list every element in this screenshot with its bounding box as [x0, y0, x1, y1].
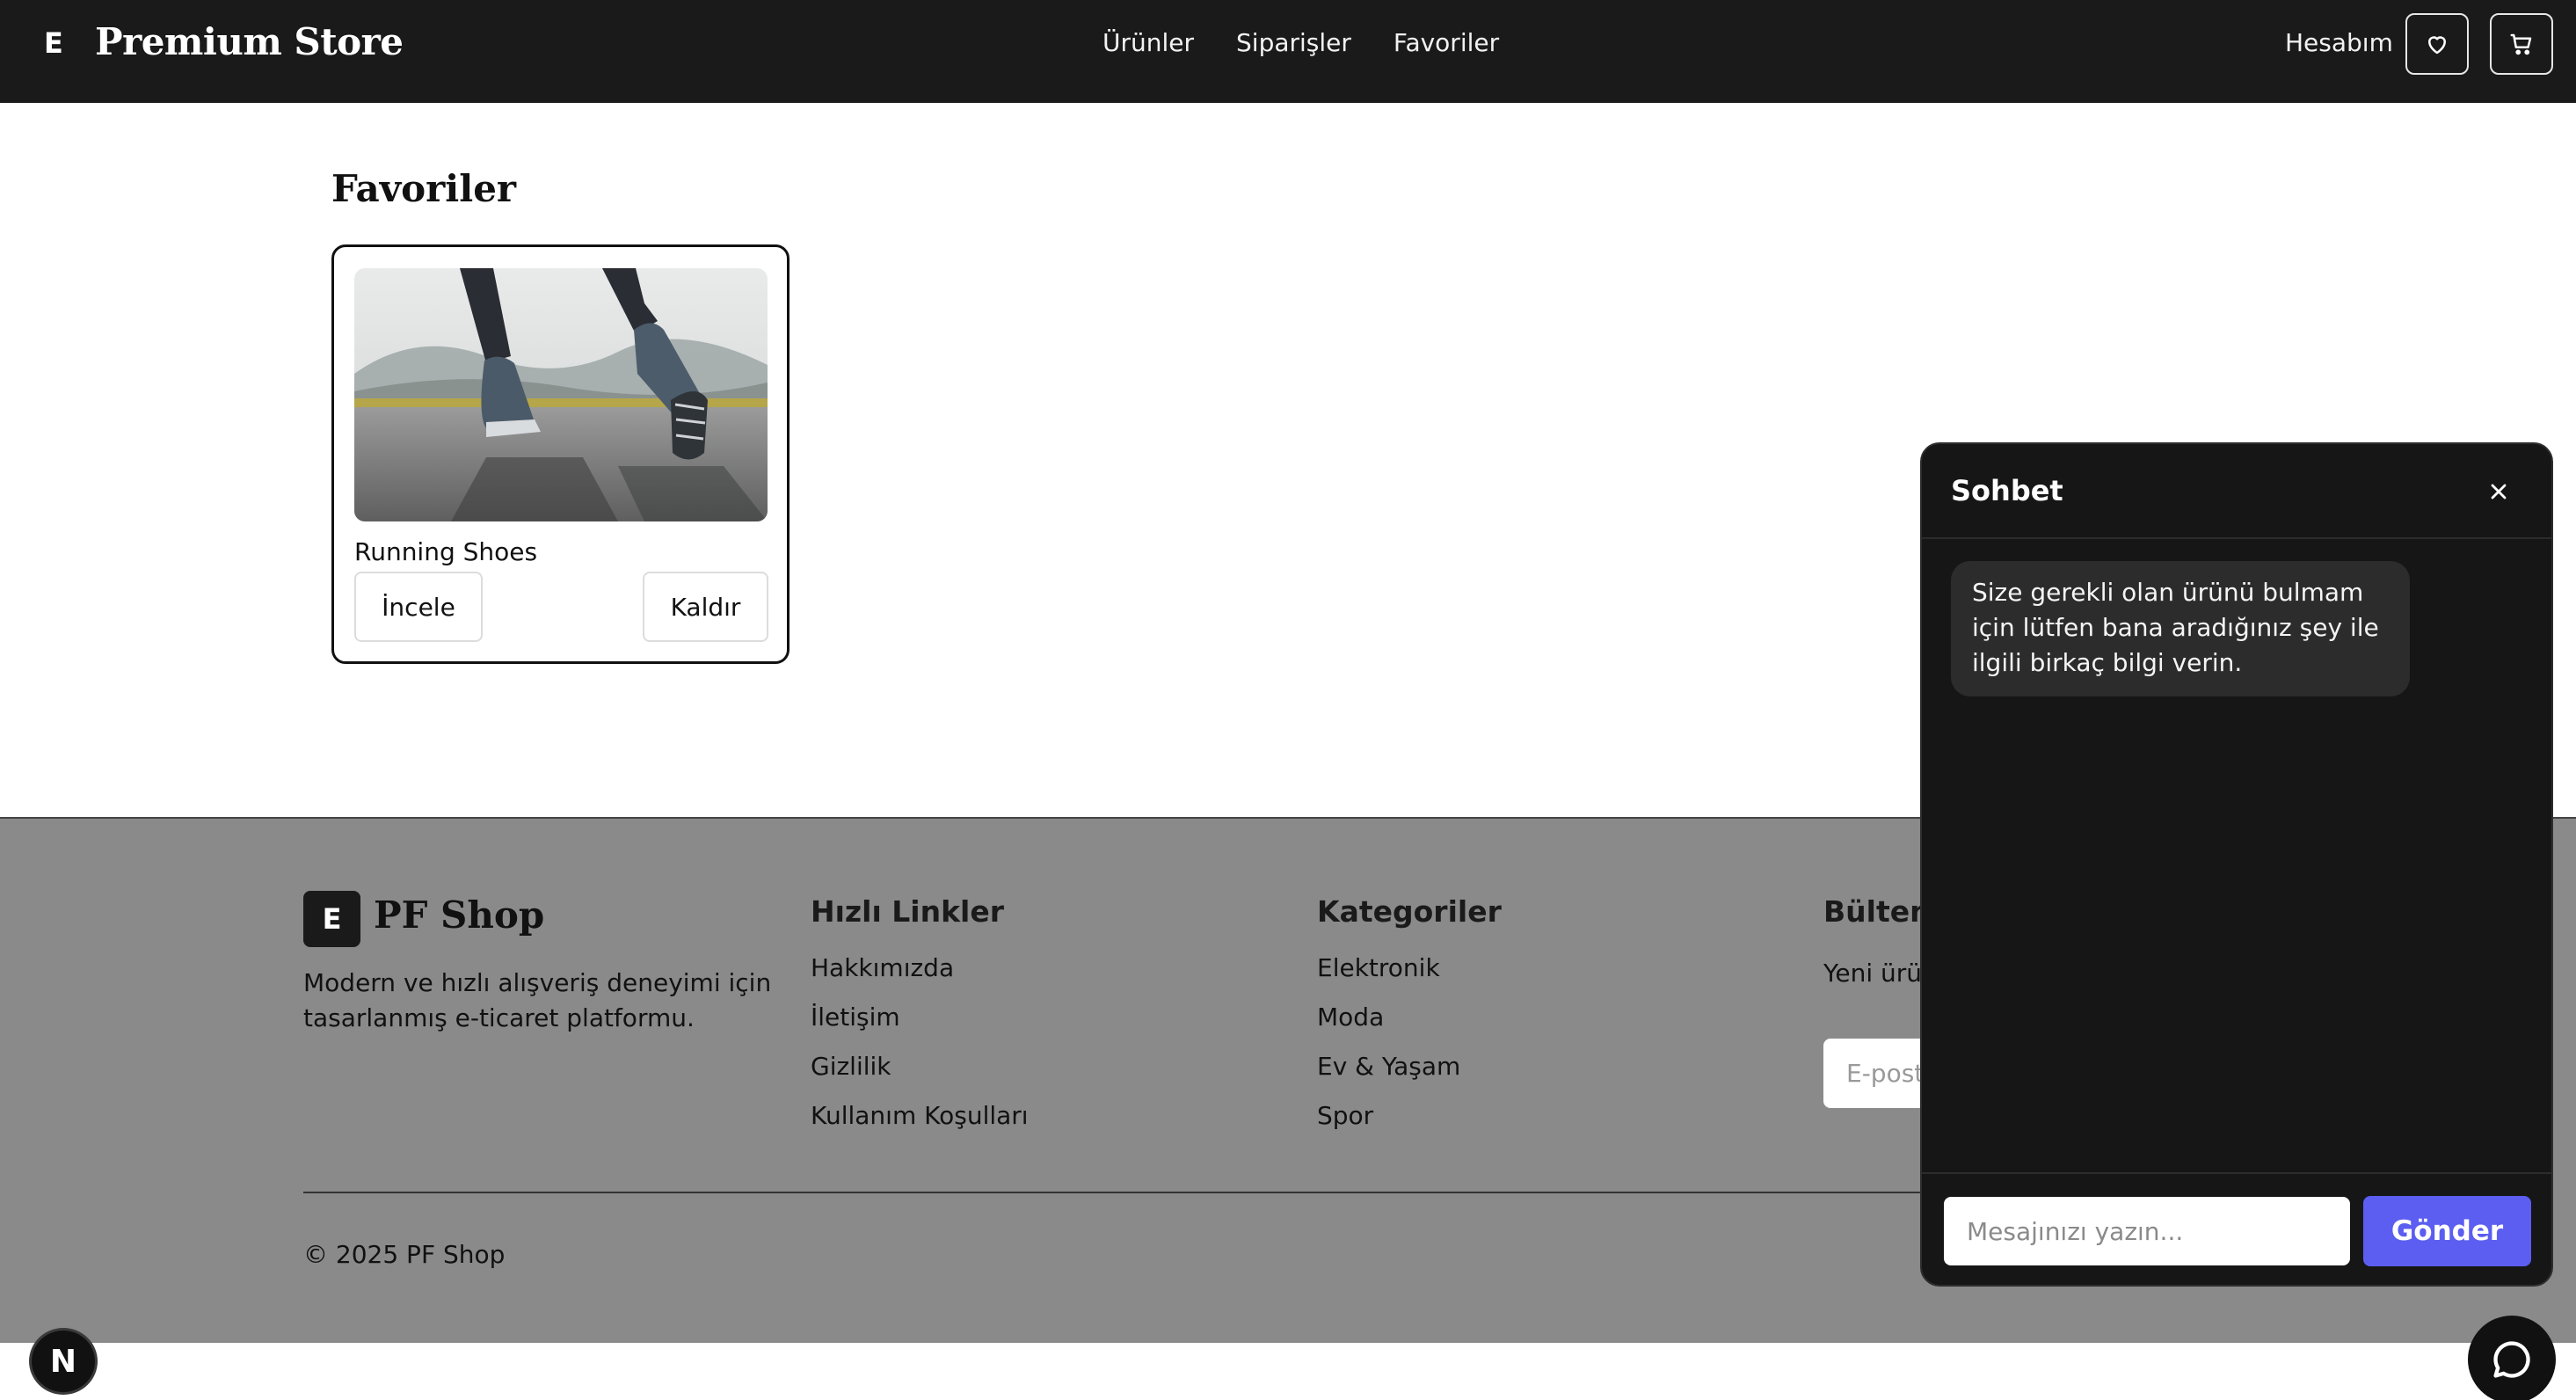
footer-category-home[interactable]: Ev & Yaşam — [1317, 1052, 1460, 1101]
nav-link-products[interactable]: Ürünler — [1102, 28, 1194, 57]
main-nav: Ürünler Siparişler Favoriler — [1102, 28, 1499, 57]
footer-category-sports[interactable]: Spor — [1317, 1101, 1460, 1150]
chat-footer-divider — [1922, 1172, 2551, 1174]
chat-message-input[interactable]: Mesajınızı yazın... — [1944, 1197, 2350, 1265]
categories-list: Elektronik Moda Ev & Yaşam Spor — [1317, 953, 1460, 1150]
review-button[interactable]: İncele — [354, 572, 483, 642]
brand-name[interactable]: Premium Store — [95, 20, 404, 63]
footer-logo-mark: E — [303, 891, 360, 947]
nav-link-favorites[interactable]: Favoriler — [1394, 28, 1499, 57]
chat-bubble-icon — [2493, 1341, 2530, 1378]
account-link[interactable]: Hesabım — [2285, 28, 2393, 57]
heart-icon — [2428, 36, 2446, 55]
categories-title: Kategoriler — [1317, 894, 1502, 929]
footer-category-fashion[interactable]: Moda — [1317, 1003, 1460, 1052]
cart-icon — [2510, 33, 2532, 55]
footer-link-privacy[interactable]: Gizlilik — [811, 1052, 1029, 1101]
footer-brand: PF Shop — [374, 893, 545, 937]
nav-link-orders[interactable]: Siparişler — [1236, 28, 1351, 57]
dev-tools-badge[interactable]: N — [29, 1328, 98, 1395]
favorite-product-card: Running Shoes İncele Kaldır — [331, 244, 790, 664]
chat-message-bot: Size gerekli olan ürünü bulmam için lütf… — [1951, 561, 2410, 696]
favorites-button[interactable] — [2405, 13, 2469, 75]
top-navbar: E Premium Store Ürünler Siparişler Favor… — [0, 0, 2576, 103]
quick-links-list: Hakkımızda İletişim Gizlilik Kullanım Ko… — [811, 953, 1029, 1150]
footer-link-terms[interactable]: Kullanım Koşulları — [811, 1101, 1029, 1150]
footer-divider — [303, 1192, 1921, 1193]
chat-send-button[interactable]: Gönder — [2363, 1196, 2531, 1266]
product-image[interactable] — [354, 268, 768, 521]
remove-button[interactable]: Kaldır — [643, 572, 768, 642]
page-title: Favoriler — [331, 167, 517, 210]
product-name[interactable]: Running Shoes — [354, 537, 537, 566]
footer-link-about[interactable]: Hakkımızda — [811, 953, 1029, 1003]
footer-description: Modern ve hızlı alışveriş deneyimi için … — [303, 968, 772, 1032]
brand-logo-mark[interactable]: E — [44, 26, 63, 60]
chat-toggle-button[interactable] — [2468, 1316, 2556, 1400]
chat-header-divider — [1922, 537, 2551, 539]
footer-link-contact[interactable]: İletişim — [811, 1003, 1029, 1052]
copyright-text: © 2025 PF Shop — [303, 1240, 506, 1269]
chat-title: Sohbet — [1951, 474, 2063, 507]
quick-links-title: Hızlı Linkler — [811, 894, 1004, 929]
newsletter-title: Bülten — [1823, 894, 1931, 929]
chat-panel: Sohbet Size gerekli olan ürünü bulmam iç… — [1920, 442, 2553, 1287]
dev-badge-letter: N — [49, 1343, 77, 1380]
cart-button[interactable] — [2490, 13, 2553, 75]
footer-category-electronics[interactable]: Elektronik — [1317, 953, 1460, 1003]
close-icon[interactable] — [2486, 479, 2511, 504]
